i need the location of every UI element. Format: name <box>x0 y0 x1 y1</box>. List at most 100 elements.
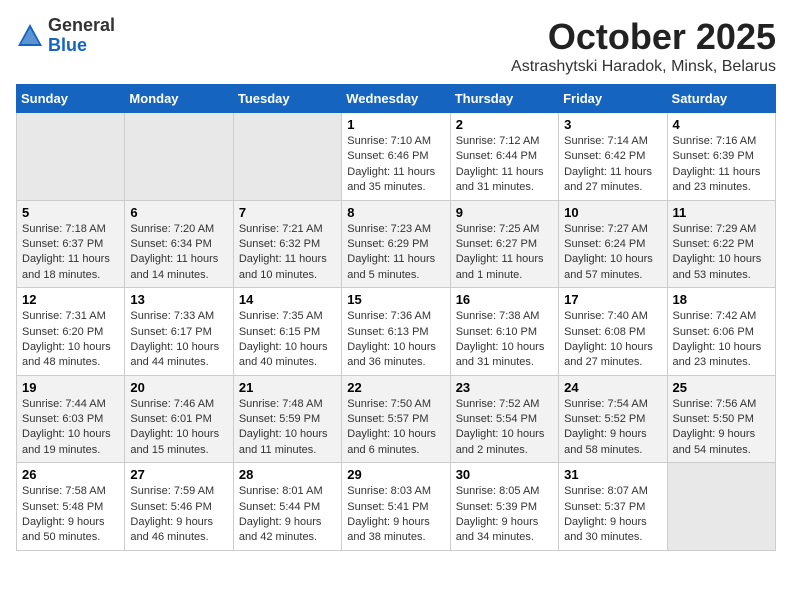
calendar-cell: 13Sunrise: 7:33 AM Sunset: 6:17 PM Dayli… <box>125 288 233 376</box>
day-info: Sunrise: 7:23 AM Sunset: 6:29 PM Dayligh… <box>347 222 444 284</box>
weekday-header: Wednesday <box>342 85 450 113</box>
calendar-cell: 18 Sunrise: 7:42 AM Sunset: 6:06 PM Dayli… <box>667 288 775 376</box>
day-info: Sunrise: 7:31 AM Sunset: 6:20 PM Dayligh… <box>22 309 119 371</box>
weekday-header: Thursday <box>450 85 558 113</box>
day-info: Sunrise: 7:42 AM Sunset: 6:06 PM Dayligh… <box>673 309 770 371</box>
calendar-week-row: 12Sunrise: 7:31 AM Sunset: 6:20 PM Dayli… <box>17 288 776 376</box>
day-info: Sunrise: 7:25 AM Sunset: 6:27 PM Dayligh… <box>456 222 553 284</box>
month-title: October 2025 <box>511 16 776 58</box>
logo-text: General Blue <box>48 16 115 56</box>
calendar-week-row: 26 Sunrise: 7:58 AM Sunset: 5:48 PM Dayli… <box>17 463 776 551</box>
day-number: 18 <box>673 292 770 307</box>
day-info: Sunrise: 7:12 AM Sunset: 6:44 PM Dayligh… <box>456 134 553 196</box>
weekday-header: Sunday <box>17 85 125 113</box>
day-number: 9 <box>456 205 553 220</box>
day-info: Sunrise: 7:38 AM Sunset: 6:10 PM Dayligh… <box>456 309 553 371</box>
calendar-cell: 17 Sunrise: 7:40 AM Sunset: 6:08 PM Dayli… <box>559 288 667 376</box>
day-info: Sunrise: 7:46 AM Sunset: 6:01 PM Dayligh… <box>130 397 227 459</box>
calendar-cell <box>233 113 341 201</box>
weekday-header-row: SundayMondayTuesdayWednesdayThursdayFrid… <box>17 85 776 113</box>
day-info: Sunrise: 7:27 AM Sunset: 6:24 PM Dayligh… <box>564 222 661 284</box>
day-info: Sunrise: 7:58 AM Sunset: 5:48 PM Dayligh… <box>22 484 119 546</box>
calendar-cell: 20 Sunrise: 7:46 AM Sunset: 6:01 PM Dayli… <box>125 375 233 463</box>
calendar-cell: 25Sunrise: 7:56 AM Sunset: 5:50 PM Dayli… <box>667 375 775 463</box>
day-number: 7 <box>239 205 336 220</box>
calendar-cell: 5Sunrise: 7:18 AM Sunset: 6:37 PM Daylig… <box>17 200 125 288</box>
calendar-cell: 8 Sunrise: 7:23 AM Sunset: 6:29 PM Daylig… <box>342 200 450 288</box>
calendar-cell: 19Sunrise: 7:44 AM Sunset: 6:03 PM Dayli… <box>17 375 125 463</box>
day-info: Sunrise: 7:18 AM Sunset: 6:37 PM Dayligh… <box>22 222 119 284</box>
weekday-header: Monday <box>125 85 233 113</box>
weekday-header: Tuesday <box>233 85 341 113</box>
calendar-cell: 10Sunrise: 7:27 AM Sunset: 6:24 PM Dayli… <box>559 200 667 288</box>
calendar-cell: 31 Sunrise: 8:07 AM Sunset: 5:37 PM Dayli… <box>559 463 667 551</box>
calendar-cell: 11 Sunrise: 7:29 AM Sunset: 6:22 PM Dayli… <box>667 200 775 288</box>
day-number: 17 <box>564 292 661 307</box>
day-number: 16 <box>456 292 553 307</box>
calendar-cell <box>17 113 125 201</box>
day-number: 6 <box>130 205 227 220</box>
day-number: 11 <box>673 205 770 220</box>
day-info: Sunrise: 7:40 AM Sunset: 6:08 PM Dayligh… <box>564 309 661 371</box>
calendar-cell: 7Sunrise: 7:21 AM Sunset: 6:32 PM Daylig… <box>233 200 341 288</box>
day-number: 23 <box>456 380 553 395</box>
calendar-cell: 6 Sunrise: 7:20 AM Sunset: 6:34 PM Daylig… <box>125 200 233 288</box>
calendar-cell: 12Sunrise: 7:31 AM Sunset: 6:20 PM Dayli… <box>17 288 125 376</box>
calendar-cell <box>667 463 775 551</box>
day-info: Sunrise: 8:05 AM Sunset: 5:39 PM Dayligh… <box>456 484 553 546</box>
calendar-table: SundayMondayTuesdayWednesdayThursdayFrid… <box>16 84 776 551</box>
calendar-cell: 30 Sunrise: 8:05 AM Sunset: 5:39 PM Dayli… <box>450 463 558 551</box>
day-number: 25 <box>673 380 770 395</box>
day-info: Sunrise: 7:35 AM Sunset: 6:15 PM Dayligh… <box>239 309 336 371</box>
calendar-week-row: 19Sunrise: 7:44 AM Sunset: 6:03 PM Dayli… <box>17 375 776 463</box>
day-info: Sunrise: 7:29 AM Sunset: 6:22 PM Dayligh… <box>673 222 770 284</box>
day-number: 4 <box>673 117 770 132</box>
day-number: 19 <box>22 380 119 395</box>
calendar-cell: 3 Sunrise: 7:14 AM Sunset: 6:42 PM Daylig… <box>559 113 667 201</box>
calendar-cell: 24 Sunrise: 7:54 AM Sunset: 5:52 PM Dayli… <box>559 375 667 463</box>
day-info: Sunrise: 7:52 AM Sunset: 5:54 PM Dayligh… <box>456 397 553 459</box>
day-info: Sunrise: 8:07 AM Sunset: 5:37 PM Dayligh… <box>564 484 661 546</box>
title-block: October 2025 Astrashytski Haradok, Minsk… <box>511 16 776 76</box>
day-info: Sunrise: 7:48 AM Sunset: 5:59 PM Dayligh… <box>239 397 336 459</box>
day-info: Sunrise: 7:14 AM Sunset: 6:42 PM Dayligh… <box>564 134 661 196</box>
day-number: 14 <box>239 292 336 307</box>
day-number: 3 <box>564 117 661 132</box>
day-number: 28 <box>239 467 336 482</box>
day-info: Sunrise: 7:20 AM Sunset: 6:34 PM Dayligh… <box>130 222 227 284</box>
day-number: 26 <box>22 467 119 482</box>
day-number: 29 <box>347 467 444 482</box>
calendar-cell: 27 Sunrise: 7:59 AM Sunset: 5:46 PM Dayli… <box>125 463 233 551</box>
calendar-cell: 21Sunrise: 7:48 AM Sunset: 5:59 PM Dayli… <box>233 375 341 463</box>
page-header: General Blue October 2025 Astrashytski H… <box>16 16 776 76</box>
calendar-cell: 2 Sunrise: 7:12 AM Sunset: 6:44 PM Daylig… <box>450 113 558 201</box>
day-number: 31 <box>564 467 661 482</box>
calendar-cell: 14 Sunrise: 7:35 AM Sunset: 6:15 PM Dayli… <box>233 288 341 376</box>
day-number: 15 <box>347 292 444 307</box>
calendar-cell: 26 Sunrise: 7:58 AM Sunset: 5:48 PM Dayli… <box>17 463 125 551</box>
calendar-cell: 4 Sunrise: 7:16 AM Sunset: 6:39 PM Daylig… <box>667 113 775 201</box>
day-number: 2 <box>456 117 553 132</box>
weekday-header: Saturday <box>667 85 775 113</box>
day-number: 24 <box>564 380 661 395</box>
day-info: Sunrise: 7:54 AM Sunset: 5:52 PM Dayligh… <box>564 397 661 459</box>
calendar-cell: 15 Sunrise: 7:36 AM Sunset: 6:13 PM Dayli… <box>342 288 450 376</box>
day-info: Sunrise: 7:16 AM Sunset: 6:39 PM Dayligh… <box>673 134 770 196</box>
day-number: 27 <box>130 467 227 482</box>
calendar-week-row: 1 Sunrise: 7:10 AM Sunset: 6:46 PM Daylig… <box>17 113 776 201</box>
day-info: Sunrise: 8:03 AM Sunset: 5:41 PM Dayligh… <box>347 484 444 546</box>
day-info: Sunrise: 7:36 AM Sunset: 6:13 PM Dayligh… <box>347 309 444 371</box>
calendar-cell: 16 Sunrise: 7:38 AM Sunset: 6:10 PM Dayli… <box>450 288 558 376</box>
calendar-cell: 23 Sunrise: 7:52 AM Sunset: 5:54 PM Dayli… <box>450 375 558 463</box>
day-number: 8 <box>347 205 444 220</box>
calendar-cell <box>125 113 233 201</box>
day-info: Sunrise: 7:10 AM Sunset: 6:46 PM Dayligh… <box>347 134 444 196</box>
calendar-cell: 1 Sunrise: 7:10 AM Sunset: 6:46 PM Daylig… <box>342 113 450 201</box>
day-info: Sunrise: 7:59 AM Sunset: 5:46 PM Dayligh… <box>130 484 227 546</box>
logo-general: General <box>48 16 115 36</box>
logo-icon <box>16 22 44 50</box>
day-number: 1 <box>347 117 444 132</box>
day-number: 20 <box>130 380 227 395</box>
day-number: 30 <box>456 467 553 482</box>
weekday-header: Friday <box>559 85 667 113</box>
